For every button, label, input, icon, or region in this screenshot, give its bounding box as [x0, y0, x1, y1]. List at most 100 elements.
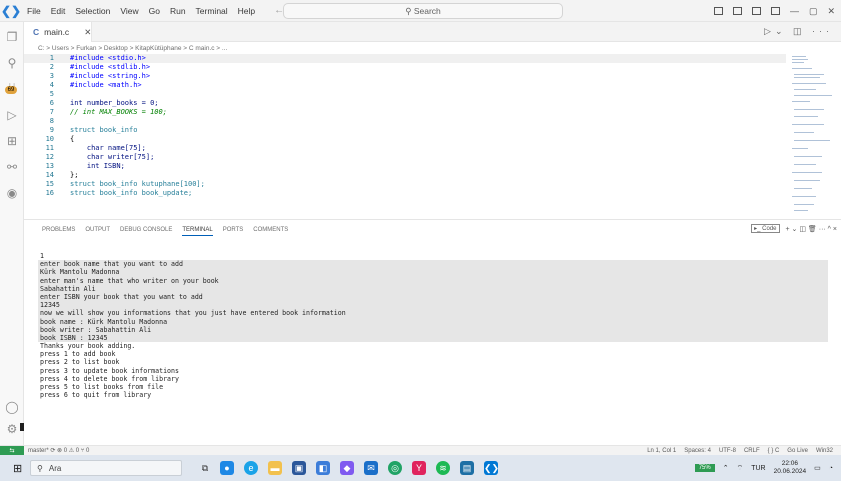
- app-icon[interactable]: ▤: [460, 461, 474, 475]
- code-line: 16 struct book_info book_update;: [24, 189, 786, 198]
- file-explorer-icon[interactable]: ▬: [268, 461, 282, 475]
- line-number: 7: [49, 108, 54, 116]
- battery-indicator[interactable]: 75%: [694, 464, 715, 472]
- terminal-line: enter ISBN your book that you want to ad…: [38, 292, 828, 302]
- command-center-search[interactable]: ⚲ Search: [283, 3, 563, 19]
- account-icon[interactable]: ◯: [5, 400, 19, 414]
- spotify-icon[interactable]: ≋: [436, 461, 450, 475]
- toggle-sidebar-icon[interactable]: [713, 7, 723, 15]
- app-icon[interactable]: Y: [412, 461, 426, 475]
- close-icon[interactable]: ✕: [827, 6, 835, 17]
- line-number: 15: [45, 180, 54, 188]
- tab-close-icon[interactable]: ✕: [84, 27, 91, 38]
- tab-comments[interactable]: COMMENTS: [253, 227, 288, 236]
- tab-output[interactable]: OUTPUT: [85, 227, 110, 236]
- breadcrumb[interactable]: C: > Users > Furkan > Desktop > KitapKüt…: [38, 43, 227, 54]
- clock[interactable]: 22:06 20.06.2024: [774, 460, 807, 476]
- search-icon[interactable]: ⚲: [5, 56, 19, 70]
- tab-label: main.c: [44, 27, 70, 37]
- terminal-output[interactable]: 1 enter book name that you want to add K…: [38, 252, 828, 399]
- edge-icon[interactable]: e: [244, 461, 258, 475]
- tab-main-c[interactable]: C main.c ✕: [24, 22, 92, 42]
- title-bar: ❮❯ File Edit Selection View Go Run Termi…: [0, 0, 841, 22]
- windows-start-icon[interactable]: ⊞: [13, 462, 22, 475]
- line-number: 16: [45, 189, 54, 197]
- maximize-icon[interactable]: ▢: [809, 6, 818, 17]
- search-icon: ⚲: [405, 5, 414, 16]
- language-indicator[interactable]: TUR: [751, 465, 765, 472]
- terminal-line: press 2 to list book: [40, 358, 120, 367]
- github-icon[interactable]: ◉: [5, 186, 19, 200]
- network-icon[interactable]: ⌔: [737, 464, 744, 473]
- window-controls: — ▢ ✕: [713, 0, 835, 22]
- tray-chevron-icon[interactable]: ⌃: [723, 464, 729, 472]
- menu-selection[interactable]: Selection: [70, 0, 115, 22]
- menu-edit[interactable]: Edit: [46, 0, 71, 22]
- line-number: 13: [45, 162, 54, 170]
- line-number: 1: [49, 54, 54, 62]
- code-text: #include <math.h>: [70, 81, 142, 89]
- code-text: };: [70, 171, 79, 179]
- code-editor[interactable]: 1 #include <stdio.h> 2 #include <stdlib.h>…: [24, 54, 786, 219]
- explorer-icon[interactable]: ❐: [5, 30, 19, 44]
- taskbar-search[interactable]: ⚲ Ara: [30, 460, 182, 476]
- menu-bar: File Edit Selection View Go Run Terminal…: [22, 0, 260, 22]
- code-line: 15 struct book_info kutuphane[100];: [24, 180, 786, 189]
- customize-layout-icon[interactable]: [770, 7, 780, 15]
- app-icon[interactable]: ●: [220, 461, 234, 475]
- terminal-line: 12345: [38, 301, 828, 310]
- menu-go[interactable]: Go: [144, 0, 165, 22]
- menu-run[interactable]: Run: [165, 0, 191, 22]
- code-text: #include <string.h>: [70, 72, 151, 80]
- minimap[interactable]: [790, 54, 834, 219]
- mail-icon[interactable]: ✉: [364, 461, 378, 475]
- editor-actions[interactable]: ▷⌄ ◫ ···: [764, 26, 833, 37]
- terminal-name: Code: [762, 226, 777, 232]
- extensions-icon[interactable]: ⊞: [5, 134, 19, 148]
- code-line: 11 char name[75];: [24, 144, 786, 153]
- chrome-icon[interactable]: ◎: [388, 461, 402, 475]
- run-debug-icon[interactable]: ▷: [5, 108, 19, 122]
- minimize-icon[interactable]: —: [790, 6, 799, 16]
- toggle-secondary-sidebar-icon[interactable]: [751, 7, 761, 15]
- taskbar-search-label: Ara: [48, 463, 62, 473]
- terminal-cursor: [20, 423, 24, 431]
- store-icon[interactable]: ▣: [292, 461, 306, 475]
- terminal-line: press 5 to list books from file: [40, 383, 164, 391]
- menu-help[interactable]: Help: [233, 0, 260, 22]
- notification-icon[interactable]: ▭: [814, 464, 821, 472]
- task-view-icon[interactable]: ⧉: [198, 461, 212, 475]
- code-text: char writer[75];: [70, 153, 155, 161]
- code-line: 12 char writer[75];: [24, 153, 786, 162]
- settings-gear-icon[interactable]: ⚙: [5, 422, 19, 436]
- tab-terminal[interactable]: TERMINAL: [182, 227, 213, 236]
- code-line: 13 int ISBN;: [24, 162, 786, 171]
- editor-tab-bar: C main.c ✕ ▷⌄ ◫ ···: [24, 22, 841, 42]
- tab-problems[interactable]: PROBLEMS: [42, 227, 75, 236]
- menu-view[interactable]: View: [115, 0, 143, 22]
- terminal-line: Kürk Mantolu Madonna: [38, 268, 828, 277]
- app-icon[interactable]: ◆: [340, 461, 354, 475]
- app-icon[interactable]: ◧: [316, 461, 330, 475]
- panel-actions: ▸_ Code + ⌄ ◫ 🗑 ··· ^ ×: [751, 224, 837, 233]
- terminal-line: press 3 to update book informations: [40, 366, 179, 375]
- tab-ports[interactable]: PORTS: [223, 227, 244, 236]
- panel-action-icons[interactable]: + ⌄ ◫ 🗑 ··· ^ ×: [786, 225, 838, 233]
- terminal-line: now we will show you informations that y…: [38, 309, 828, 318]
- code-line: 10 {: [24, 135, 786, 144]
- toggle-panel-icon[interactable]: [732, 7, 742, 15]
- terminal-line: book ISBN : 12345: [38, 333, 828, 343]
- code-line: 2 #include <stdlib.h>: [24, 63, 786, 72]
- copilot-icon[interactable]: ◔: [829, 465, 833, 472]
- remote-explorer-icon[interactable]: ⚯: [5, 160, 19, 174]
- menu-terminal[interactable]: Terminal: [191, 0, 233, 22]
- vscode-taskbar-icon[interactable]: ❮❯: [484, 461, 499, 475]
- terminal-line: press 4 to delete book from library: [40, 374, 179, 383]
- tab-debug-console[interactable]: DEBUG CONSOLE: [120, 227, 172, 236]
- code-text: // int MAX_BOOKS = 100;: [70, 108, 167, 116]
- code-text: char name[75];: [70, 144, 146, 152]
- source-control-badge: 69: [5, 86, 17, 94]
- terminal-selector[interactable]: ▸_ Code: [751, 224, 780, 233]
- menu-file[interactable]: File: [22, 0, 46, 22]
- code-text: #include <stdlib.h>: [70, 63, 151, 71]
